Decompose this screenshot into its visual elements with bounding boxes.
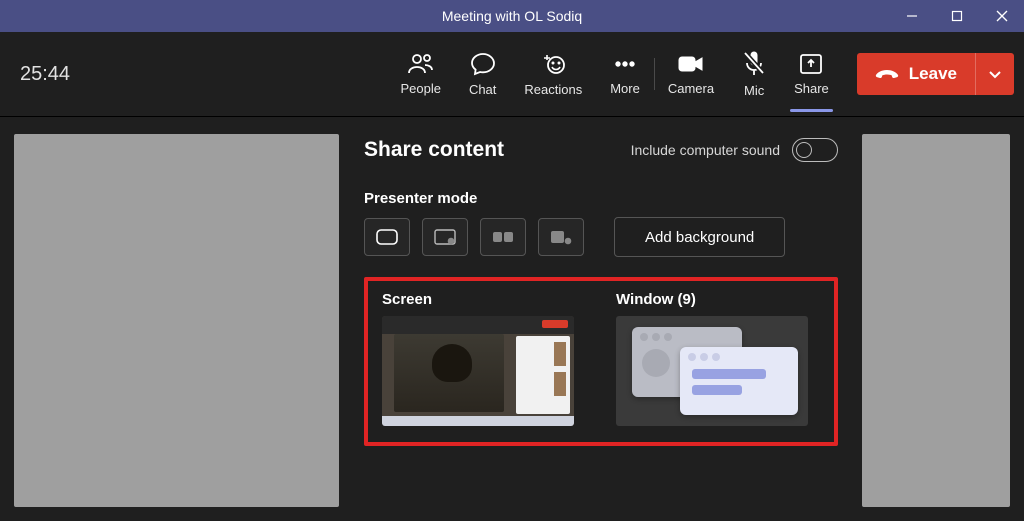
camera-icon: [677, 53, 705, 75]
share-window-option[interactable]: [616, 316, 808, 426]
close-icon: [996, 10, 1008, 22]
share-label: Share: [794, 81, 829, 96]
leave-dropdown[interactable]: [975, 53, 1014, 95]
reactions-button[interactable]: Reactions: [510, 32, 596, 116]
window-close-button[interactable]: [979, 0, 1024, 32]
share-screen-option[interactable]: [382, 316, 574, 426]
reactions-icon: [539, 52, 567, 76]
presenter-mode-side-by-side[interactable]: [480, 218, 526, 256]
add-background-button[interactable]: Add background: [614, 217, 785, 257]
minimize-icon: [906, 10, 918, 22]
share-options-highlight: Screen Window (9): [364, 277, 838, 446]
reporter-icon: [549, 228, 573, 246]
camera-button[interactable]: Camera: [654, 32, 728, 116]
maximize-icon: [951, 10, 963, 22]
participant-video-right: [862, 134, 1010, 507]
share-screen-label: Screen: [382, 291, 574, 308]
mic-button[interactable]: Mic: [728, 32, 780, 116]
share-button[interactable]: Share: [780, 32, 843, 116]
meeting-stage: Share content Include computer sound Pre…: [0, 116, 1024, 521]
side-by-side-icon: [491, 228, 515, 246]
more-icon: [613, 53, 637, 75]
window-title: Meeting with OL Sodiq: [442, 8, 582, 24]
chevron-down-icon: [988, 67, 1002, 81]
add-background-label: Add background: [645, 229, 754, 246]
people-button[interactable]: People: [386, 32, 454, 116]
window-maximize-button[interactable]: [934, 0, 979, 32]
window-titlebar: Meeting with OL Sodiq: [0, 0, 1024, 32]
people-icon: [407, 53, 435, 75]
presenter-mode-content-only[interactable]: [364, 218, 410, 256]
more-button[interactable]: More: [596, 32, 654, 116]
leave-label: Leave: [909, 64, 957, 84]
mic-muted-icon: [742, 51, 766, 77]
share-content-panel: Share content Include computer sound Pre…: [350, 120, 852, 521]
content-only-icon: [375, 228, 399, 246]
hangup-icon: [875, 65, 899, 83]
include-sound-row: Include computer sound: [631, 138, 838, 162]
camera-label: Camera: [668, 81, 714, 96]
presenter-mode-label: Presenter mode: [364, 190, 838, 207]
meeting-timer: 25:44: [20, 63, 90, 86]
share-icon: [799, 53, 823, 75]
participant-video-left: [14, 134, 339, 507]
share-window-label: Window (9): [616, 291, 808, 308]
presenter-mode-row: Add background: [364, 217, 838, 257]
presenter-mode-reporter[interactable]: [538, 218, 584, 256]
chat-icon: [470, 52, 496, 76]
window-controls: [889, 0, 1024, 32]
more-label: More: [610, 81, 640, 96]
window-minimize-button[interactable]: [889, 0, 934, 32]
chat-button[interactable]: Chat: [455, 32, 510, 116]
mic-label: Mic: [744, 83, 764, 98]
people-label: People: [400, 81, 440, 96]
leave-group: Leave: [857, 53, 1014, 95]
leave-button[interactable]: Leave: [857, 53, 975, 95]
include-sound-toggle[interactable]: [792, 138, 838, 162]
presenter-mode-standout[interactable]: [422, 218, 468, 256]
chat-label: Chat: [469, 82, 496, 97]
include-sound-label: Include computer sound: [631, 142, 780, 158]
share-panel-title: Share content: [364, 138, 504, 162]
meeting-toolbar: 25:44 People Chat Reactions: [0, 32, 1024, 117]
standout-icon: [433, 228, 457, 246]
reactions-label: Reactions: [524, 82, 582, 97]
